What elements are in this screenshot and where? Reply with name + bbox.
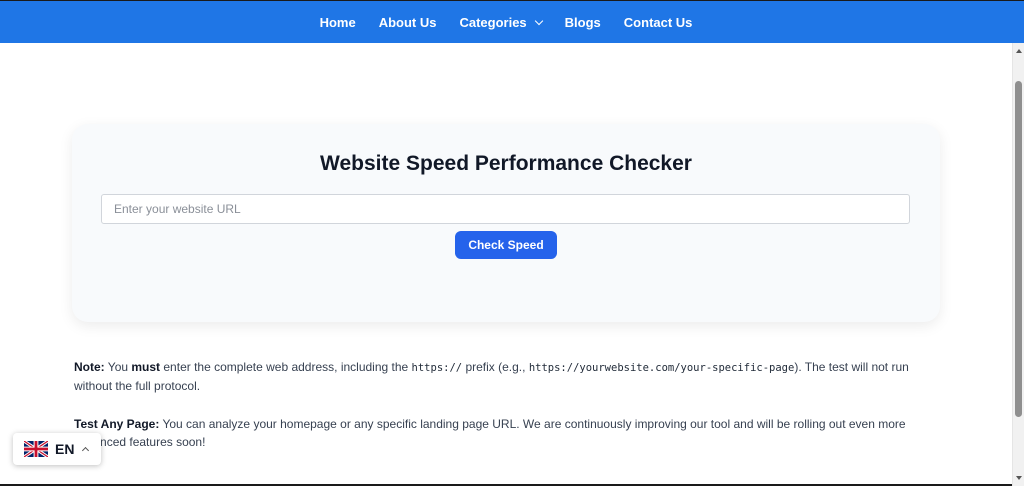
- nav-blogs[interactable]: Blogs: [565, 15, 601, 30]
- nav-categories-label: Categories: [459, 15, 527, 30]
- nav-home-label: Home: [319, 15, 356, 30]
- speed-checker-card: Website Speed Performance Checker Check …: [72, 124, 940, 322]
- check-speed-button[interactable]: Check Speed: [455, 231, 557, 259]
- nav-about-us[interactable]: About Us: [379, 15, 437, 30]
- page-title: Website Speed Performance Checker: [320, 152, 692, 175]
- nav-about-us-label: About Us: [378, 15, 437, 30]
- page-scrollbar[interactable]: [1012, 43, 1024, 486]
- nav-categories[interactable]: Categories: [459, 15, 543, 30]
- prefix-code: https://: [411, 362, 463, 374]
- language-switcher[interactable]: EN: [13, 433, 101, 465]
- chevron-down-icon: [534, 16, 543, 25]
- note-emphasis: must: [131, 360, 161, 374]
- main-nav: Home About Us Categories Blogs Contact U…: [0, 1, 1012, 44]
- nav-contact-us-label: Contact Us: [623, 15, 693, 30]
- scroll-down-arrow-icon[interactable]: [1016, 476, 1022, 480]
- note-paragraph: Note: You must enter the complete web ad…: [74, 358, 944, 395]
- note-text-2: enter the complete web address, includin…: [160, 360, 412, 374]
- scroll-up-arrow-icon[interactable]: [1016, 49, 1022, 53]
- scrollbar-thumb[interactable]: [1015, 81, 1022, 417]
- language-code: EN: [55, 441, 75, 457]
- top-navigation-bar: Home About Us Categories Blogs Contact U…: [0, 0, 1024, 43]
- nav-home[interactable]: Home: [320, 15, 356, 30]
- test-any-page-label: Test Any Page:: [74, 417, 160, 431]
- note-text-3: prefix (e.g.,: [462, 360, 529, 374]
- website-url-input[interactable]: [101, 194, 910, 224]
- chevron-up-icon: [82, 446, 90, 455]
- note-text-1: You: [104, 360, 132, 374]
- note-label: Note:: [74, 360, 105, 374]
- uk-flag-icon: [24, 441, 48, 457]
- example-url-code: https://yourwebsite.com/your-specific-pa…: [528, 362, 795, 374]
- nav-contact-us[interactable]: Contact Us: [624, 15, 693, 30]
- test-any-page-text: You can analyze your homepage or any spe…: [74, 417, 906, 449]
- nav-blogs-label: Blogs: [564, 15, 601, 30]
- test-any-page-paragraph: Test Any Page: You can analyze your home…: [74, 415, 944, 451]
